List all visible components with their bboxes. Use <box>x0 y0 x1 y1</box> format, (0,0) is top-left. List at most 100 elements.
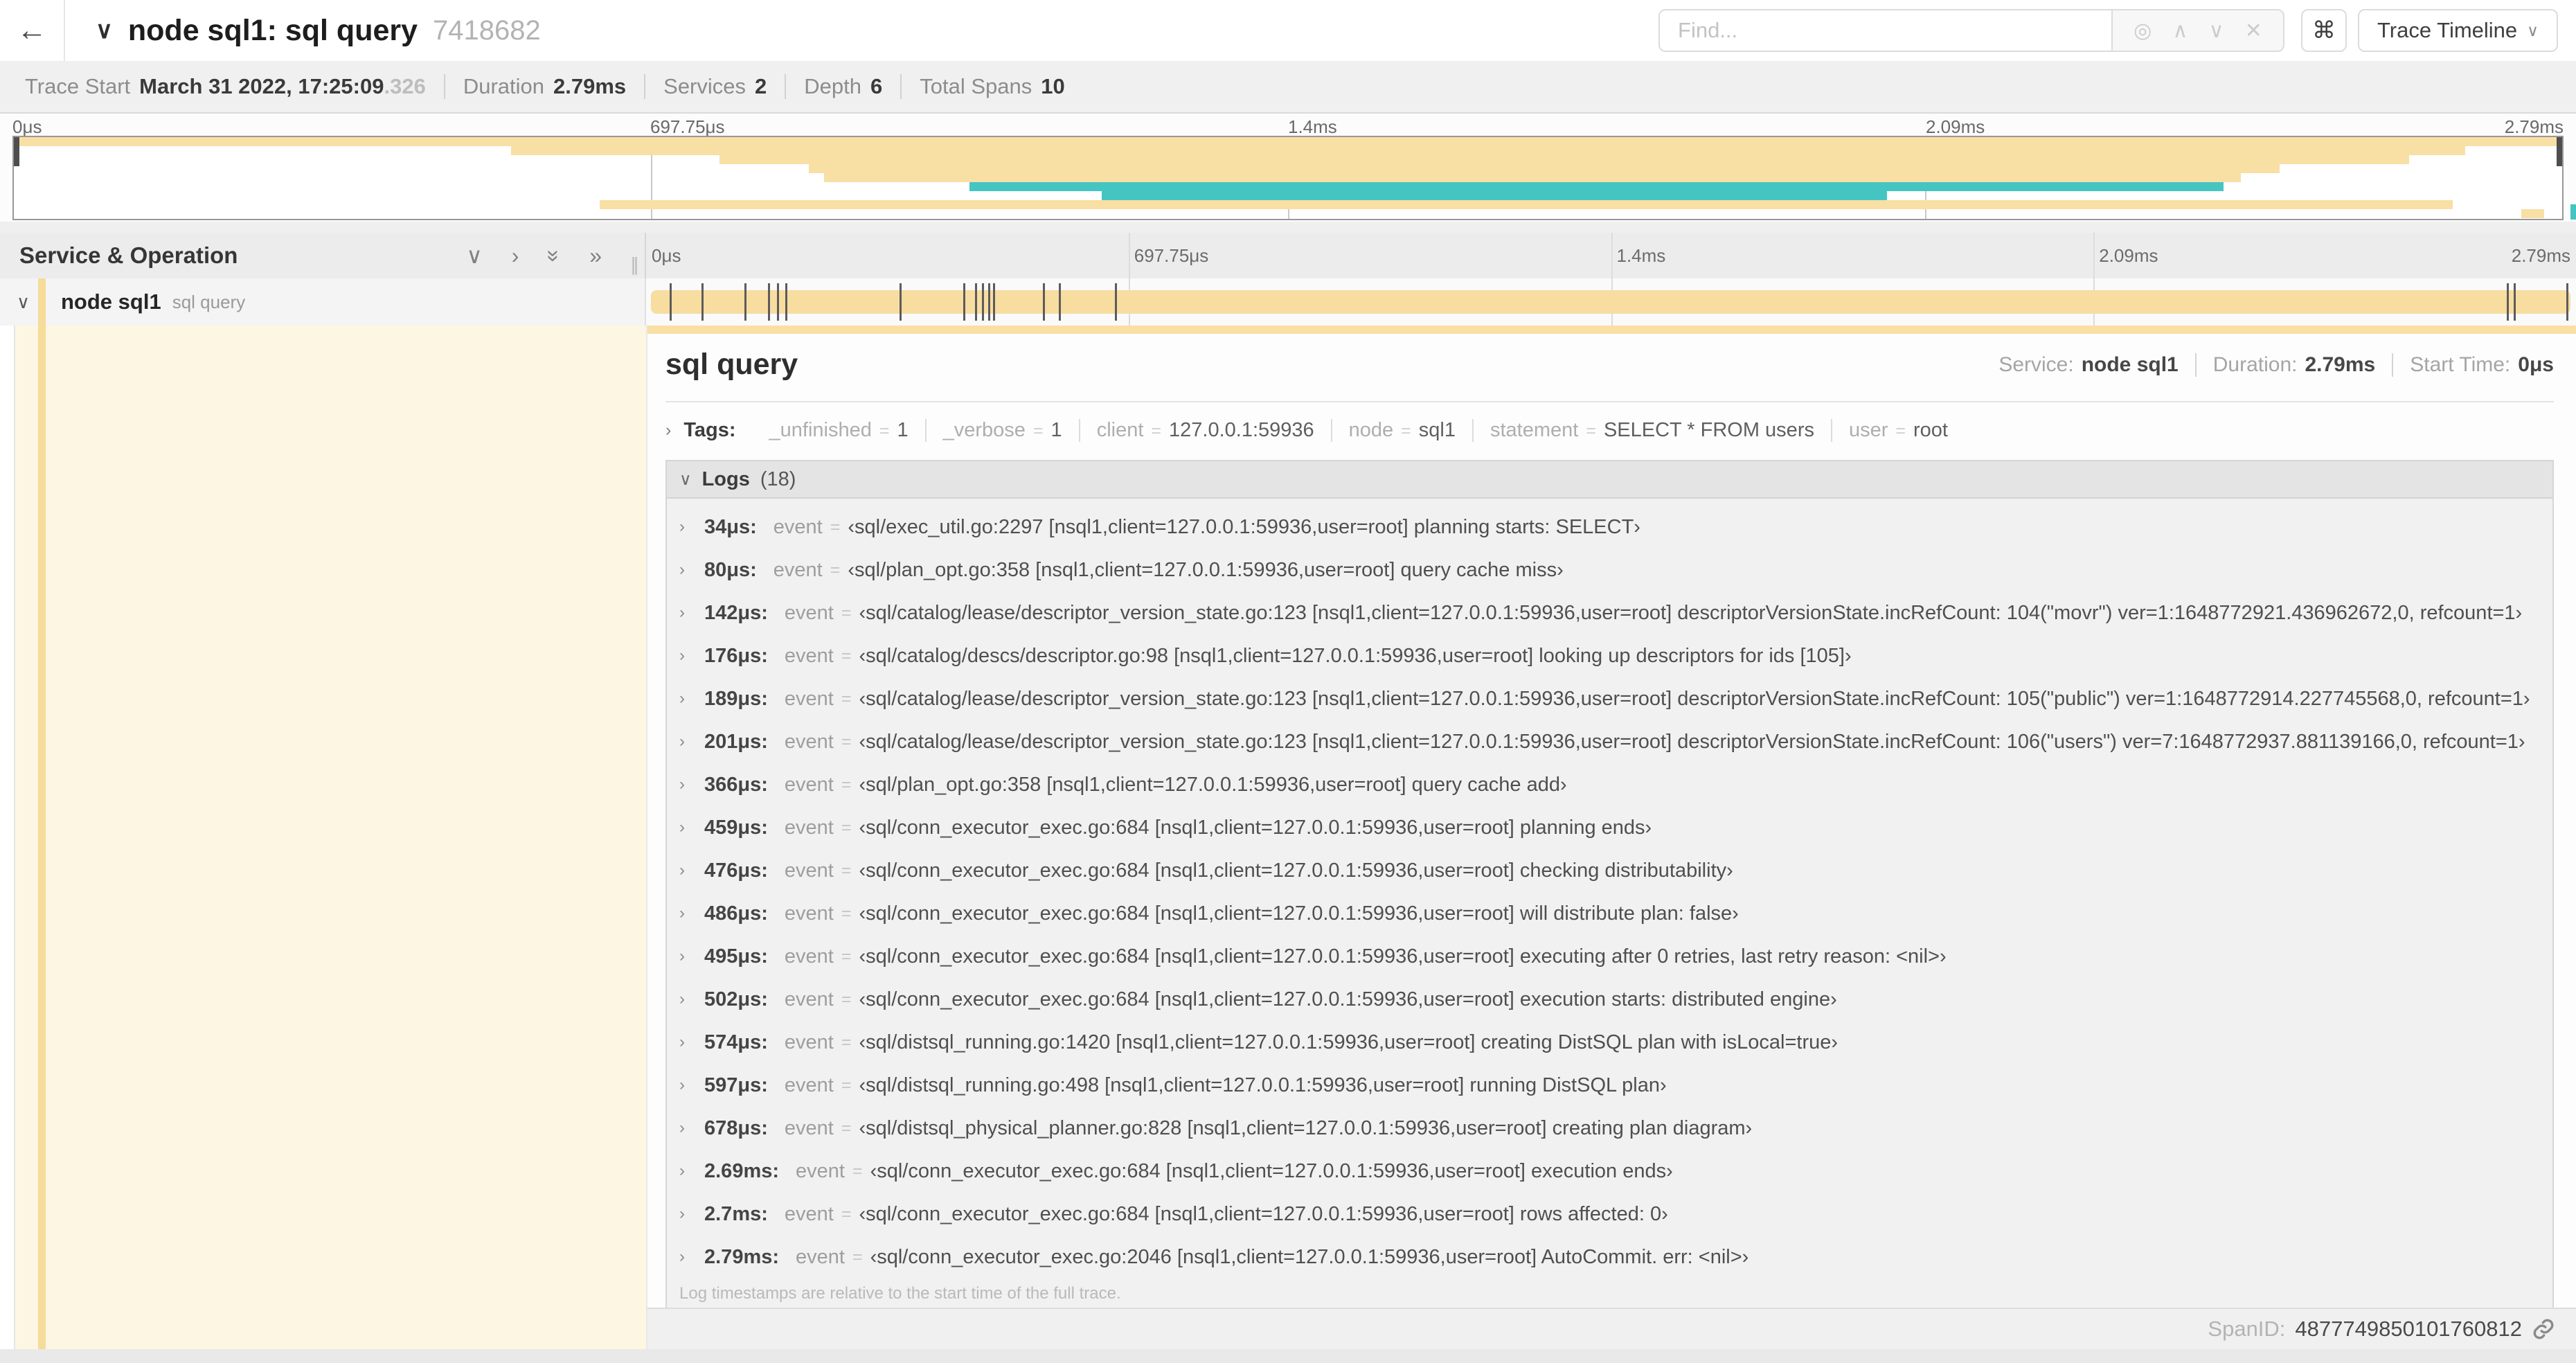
log-row[interactable]: › 2.69ms: event = ‹sql/conn_executor_exe… <box>667 1150 2552 1193</box>
view-select-button[interactable]: Trace Timeline ∨ <box>2358 9 2558 52</box>
minimap-tick-label: 2.79ms <box>2504 116 2564 137</box>
tag-item: statement = SELECT * FROM users <box>1474 419 1832 442</box>
log-event-value: ‹sql/conn_executor_exec.go:684 [nsql1,cl… <box>859 816 1652 839</box>
chevron-right-icon: › <box>679 646 685 665</box>
prev-match-icon[interactable]: ∧ <box>2172 19 2188 43</box>
trace-info-bar: Trace Start March 31 2022, 17:25:09 .326… <box>0 61 2576 114</box>
tag-value: 1 <box>1050 419 1062 441</box>
collapse-one-icon[interactable]: ∨ <box>466 242 482 269</box>
log-marker-tick <box>993 283 996 321</box>
chevron-down-icon: ∨ <box>679 470 692 489</box>
log-equals: = <box>830 517 841 537</box>
log-row[interactable]: › 2.79ms: event = ‹sql/conn_executor_exe… <box>667 1236 2552 1279</box>
logs-header[interactable]: ∨ Logs (18) <box>667 461 2552 499</box>
minimap-tick-label: 0μs <box>12 116 42 137</box>
span-row-label-cell[interactable]: ∨ node sql1 sql query <box>0 278 646 326</box>
timeline-ruler: 0μs 697.75μs 1.4ms 2.09ms 2.79ms <box>646 233 2576 278</box>
log-field-name: event <box>784 1074 834 1096</box>
target-icon[interactable]: ◎ <box>2134 19 2152 43</box>
log-row[interactable]: › 80μs: event = ‹sql/plan_opt.go:358 [ns… <box>667 549 2552 591</box>
log-field-name: event <box>784 1202 834 1225</box>
collapse-all-icon[interactable]: » <box>542 249 567 262</box>
log-equals: = <box>841 1118 852 1138</box>
expand-one-icon[interactable]: › <box>512 243 519 269</box>
log-field-name: event <box>784 644 834 667</box>
span-meta-value: 0μs <box>2518 353 2554 376</box>
minimap-spans <box>14 137 2562 219</box>
search-input[interactable] <box>1658 9 2112 52</box>
log-equals: = <box>830 560 841 580</box>
trace-id: 7418682 <box>433 15 541 46</box>
ruler-gridline <box>1611 233 1613 278</box>
span-expander-icon[interactable]: ∨ <box>17 292 30 313</box>
chevron-right-icon: › <box>679 1033 685 1051</box>
column-resize-grip[interactable]: ∥ <box>630 254 639 276</box>
selected-row-background <box>14 326 646 1349</box>
expand-all-icon[interactable]: » <box>589 243 602 269</box>
log-marker-tick <box>776 283 779 321</box>
log-equals: = <box>841 603 852 623</box>
log-field-name: event <box>784 1116 834 1139</box>
log-timestamp: 678μs: <box>704 1116 768 1139</box>
minimap-span-bar <box>1102 191 1887 200</box>
log-row[interactable]: › 495μs: event = ‹sql/conn_executor_exec… <box>667 935 2552 978</box>
tag-item: user = root <box>1832 419 1965 442</box>
span-meta-value: 2.79ms <box>2305 353 2376 376</box>
command-icon: ⌘ <box>2312 17 2336 44</box>
minimap-span-bar <box>600 200 2453 209</box>
tag-value: sql1 <box>1418 419 1456 441</box>
minimap-left-drag-handle[interactable] <box>14 137 19 166</box>
log-event-value: ‹sql/conn_executor_exec.go:684 [nsql1,cl… <box>859 988 1837 1010</box>
tag-item: node = sql1 <box>1332 419 1474 442</box>
keyboard-shortcuts-button[interactable]: ⌘ <box>2301 9 2347 52</box>
log-timestamp: 80μs: <box>704 558 757 581</box>
log-marker-tick <box>785 283 787 321</box>
log-marker-tick <box>1115 283 1118 321</box>
chevron-right-icon[interactable]: › <box>665 420 671 440</box>
log-row[interactable]: › 486μs: event = ‹sql/conn_executor_exec… <box>667 892 2552 935</box>
log-row[interactable]: › 2.7ms: event = ‹sql/conn_executor_exec… <box>667 1193 2552 1236</box>
log-timestamp: 366μs: <box>704 773 768 796</box>
tag-value: SELECT * FROM users <box>1603 419 1814 441</box>
minimap-canvas[interactable] <box>12 136 2564 220</box>
trace-title-group[interactable]: ∨ node sql1: sql query 7418682 <box>96 14 541 48</box>
log-row[interactable]: › 459μs: event = ‹sql/conn_executor_exec… <box>667 806 2552 849</box>
span-duration-bar[interactable] <box>650 290 2570 314</box>
log-row[interactable]: › 678μs: event = ‹sql/distsql_physical_p… <box>667 1107 2552 1150</box>
span-operation-name: sql query <box>172 291 246 312</box>
log-row[interactable]: › 366μs: event = ‹sql/plan_opt.go:358 [n… <box>667 763 2552 806</box>
back-button[interactable]: ← <box>0 0 65 61</box>
chevron-right-icon: › <box>679 517 685 536</box>
trace-info-suffix: .326 <box>384 74 426 98</box>
log-row[interactable]: › 502μs: event = ‹sql/conn_executor_exec… <box>667 978 2552 1021</box>
log-row[interactable]: › 574μs: event = ‹sql/distsql_running.go… <box>667 1021 2552 1064</box>
clear-search-icon[interactable]: ✕ <box>2245 19 2262 43</box>
log-row[interactable]: › 142μs: event = ‹sql/catalog/lease/desc… <box>667 591 2552 634</box>
log-row[interactable]: › 597μs: event = ‹sql/distsql_running.go… <box>667 1064 2552 1107</box>
trace-info-item: Depth 6 <box>786 74 902 99</box>
log-row[interactable]: › 201μs: event = ‹sql/catalog/lease/desc… <box>667 720 2552 763</box>
chevron-right-icon: › <box>679 1247 685 1266</box>
minimap-right-drag-handle[interactable] <box>2557 137 2562 166</box>
chevron-right-icon: › <box>679 689 685 708</box>
link-icon[interactable] <box>2532 1317 2555 1341</box>
next-match-icon[interactable]: ∨ <box>2209 19 2224 43</box>
trace-info-value: 6 <box>870 74 883 98</box>
log-row[interactable]: › 189μs: event = ‹sql/catalog/lease/desc… <box>667 677 2552 720</box>
log-field-name: event <box>773 558 823 581</box>
log-marker-tick <box>1043 283 1046 321</box>
log-field-name: event <box>784 687 834 710</box>
chevron-right-icon: › <box>679 947 685 965</box>
chevron-down-icon[interactable]: ∨ <box>96 17 113 44</box>
tags-label[interactable]: Tags: <box>683 419 735 442</box>
log-row[interactable]: › 34μs: event = ‹sql/exec_util.go:2297 [… <box>667 506 2552 549</box>
span-row[interactable]: ∨ node sql1 sql query <box>0 278 2576 326</box>
span-row-timeline-cell[interactable] <box>646 278 2576 326</box>
log-row[interactable]: › 476μs: event = ‹sql/conn_executor_exec… <box>667 849 2552 892</box>
log-equals: = <box>841 1075 852 1095</box>
log-event-value: ‹sql/exec_util.go:2297 [nsql1,client=127… <box>848 515 1640 538</box>
log-row[interactable]: › 176μs: event = ‹sql/catalog/descs/desc… <box>667 634 2552 677</box>
detail-accent-strip <box>647 326 2576 334</box>
log-event-value: ‹sql/catalog/lease/descriptor_version_st… <box>859 601 2523 624</box>
log-field-name: event <box>784 1031 834 1053</box>
